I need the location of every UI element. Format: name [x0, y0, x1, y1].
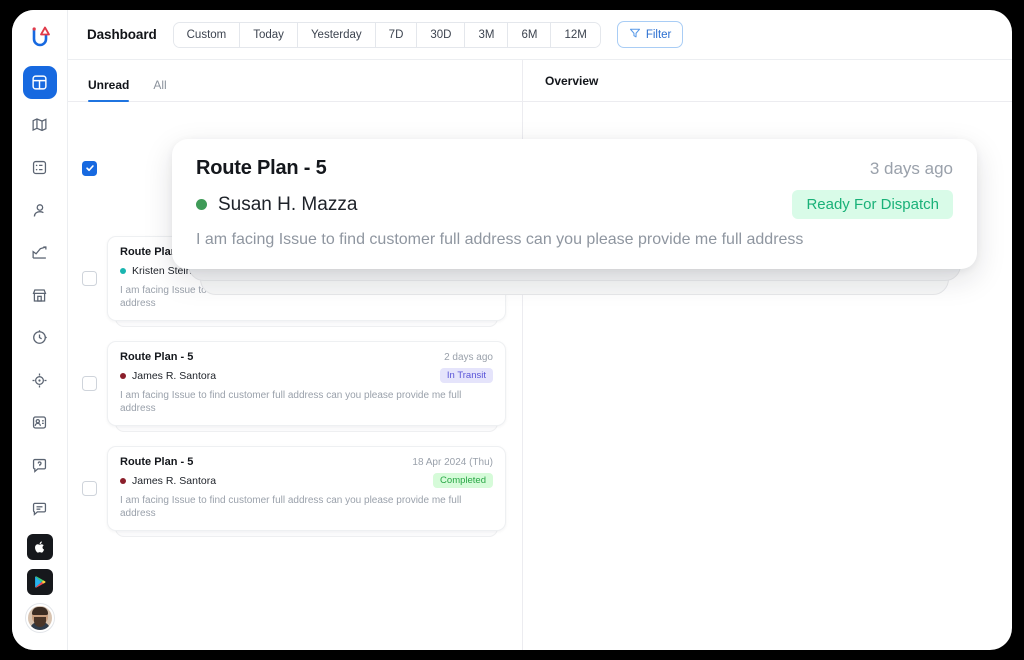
card-person: James R. Santora [120, 475, 216, 487]
notification-card[interactable]: Route Plan - 5 2 days ago James R. Santo… [107, 341, 506, 426]
list-item: Route Plan - 5 18 Apr 2024 (Thu) James R… [68, 446, 522, 537]
notification-card[interactable]: Route Plan - 5 18 Apr 2024 (Thu) James R… [107, 446, 506, 531]
card-time: 18 Apr 2024 (Thu) [412, 456, 493, 468]
google-play-icon[interactable] [26, 569, 53, 595]
range-custom[interactable]: Custom [173, 22, 241, 47]
person-name: James R. Santora [132, 474, 217, 487]
status-dot [196, 199, 207, 210]
app-window: Dashboard Custom Today Yesterday 7D 30D … [12, 10, 1012, 650]
featured-top: Route Plan - 5 3 days ago [196, 157, 953, 180]
card-person: James R. Santora [120, 370, 216, 382]
featured-notification-card[interactable]: Route Plan - 5 3 days ago Susan H. Mazza… [172, 139, 977, 269]
main-content: Dashboard Custom Today Yesterday 7D 30D … [68, 10, 1012, 650]
row-checkbox[interactable] [82, 376, 97, 391]
filter-button[interactable]: Filter [616, 21, 684, 48]
card-top: Route Plan - 5 2 days ago [120, 351, 493, 363]
route-pin-logo-icon[interactable] [23, 20, 57, 54]
range-3m[interactable]: 3M [465, 22, 509, 47]
filter-label: Filter [645, 28, 672, 41]
apple-store-icon[interactable] [26, 534, 53, 560]
featured-time: 3 days ago [869, 158, 953, 178]
range-30d[interactable]: 30D [417, 22, 466, 47]
person-name: Susan H. Mazza [218, 193, 358, 215]
status-dot [120, 267, 126, 274]
range-yesterday[interactable]: Yesterday [297, 22, 376, 47]
sidebar-item-dashboard[interactable] [22, 65, 57, 100]
sidebar-item-settings[interactable] [23, 321, 57, 355]
row-checkbox-featured[interactable] [82, 160, 97, 176]
row-checkbox[interactable] [82, 481, 97, 496]
tab-all[interactable]: All [153, 78, 166, 101]
sidebar-item-users[interactable] [23, 193, 57, 227]
card-message: I am facing Issue to find customer full … [120, 390, 462, 414]
card-mid: James R. Santora Completed [120, 473, 493, 488]
sidebar-item-tasks[interactable] [23, 151, 57, 185]
page-title: Dashboard [87, 27, 157, 42]
card-mid: James R. Santora In Transit [120, 368, 493, 383]
date-range-group: Custom Today Yesterday 7D 30D 3M 6M 12M [172, 21, 601, 48]
sidebar-item-drivers[interactable] [23, 406, 57, 440]
sidebar-item-help[interactable] [23, 449, 57, 483]
card-message: I am facing Issue to find customer full … [120, 495, 462, 519]
sidebar-bottom [25, 534, 54, 650]
sidebar [12, 10, 68, 650]
sidebar-item-messages[interactable] [23, 491, 57, 525]
card-stack: Route Plan - 5 2 days ago James R. Santo… [107, 341, 506, 432]
overview-title: Overview [523, 60, 1012, 102]
range-12m[interactable]: 12M [551, 22, 600, 47]
sidebar-item-analytics[interactable] [23, 236, 57, 270]
status-badge: Completed [433, 473, 493, 488]
range-7d[interactable]: 7D [375, 22, 418, 47]
sidebar-item-tracking[interactable] [23, 364, 57, 398]
list-item: Route Plan - 5 2 days ago James R. Santo… [68, 341, 522, 432]
user-avatar[interactable] [25, 604, 54, 632]
status-dot [120, 372, 126, 379]
tab-unread[interactable]: Unread [88, 78, 130, 102]
featured-person: Susan H. Mazza [196, 194, 357, 216]
tabbar: Unread All [68, 60, 522, 102]
range-6m[interactable]: 6M [508, 22, 552, 47]
header: Dashboard Custom Today Yesterday 7D 30D … [68, 10, 1012, 60]
status-badge: In Transit [439, 368, 493, 383]
featured-title: Route Plan - 5 [196, 157, 327, 179]
sidebar-item-store[interactable] [23, 278, 57, 312]
funnel-icon [629, 27, 641, 42]
card-stack: Route Plan - 5 18 Apr 2024 (Thu) James R… [107, 446, 506, 537]
featured-card-wrap: Route Plan - 5 3 days ago Susan H. Mazza… [172, 139, 977, 295]
card-time: 2 days ago [444, 351, 493, 363]
status-badge: Ready For Dispatch [792, 190, 953, 219]
featured-mid: Susan H. Mazza Ready For Dispatch [196, 190, 953, 219]
row-checkbox[interactable] [82, 271, 97, 286]
card-top: Route Plan - 5 18 Apr 2024 (Thu) [120, 456, 493, 468]
status-dot [120, 477, 126, 484]
featured-message: I am facing Issue to find customer full … [196, 231, 804, 248]
sidebar-item-routes[interactable] [23, 108, 57, 142]
person-name: James R. Santora [132, 369, 217, 382]
range-today[interactable]: Today [240, 22, 298, 47]
card-title: Route Plan - 5 [120, 456, 194, 468]
card-title: Route Plan - 5 [120, 351, 194, 363]
